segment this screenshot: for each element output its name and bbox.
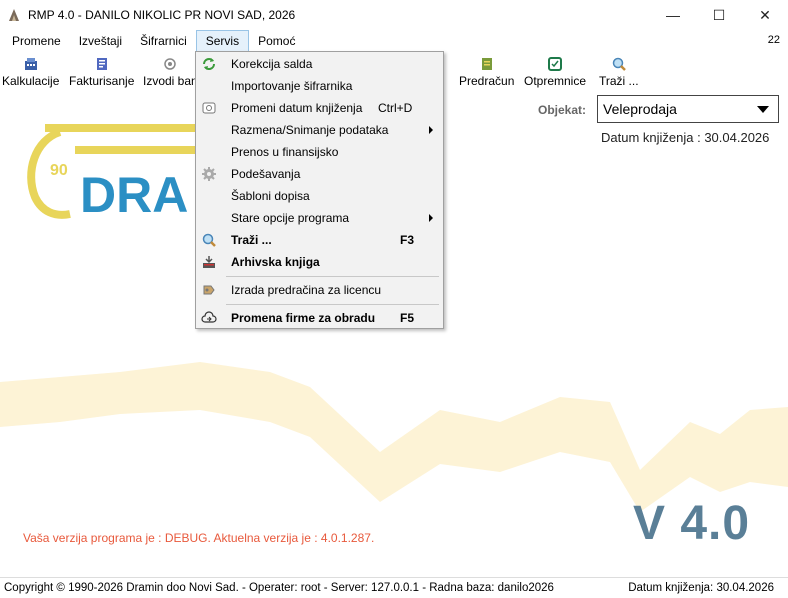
app-icon: [9, 9, 19, 21]
minimize-button[interactable]: —: [650, 0, 696, 30]
menu-separator: [226, 276, 439, 277]
menu-item-prenos-finansijsko[interactable]: Prenos u finansijsko: [196, 141, 443, 163]
menu-item-label: Izrada predračina za licencu: [231, 283, 382, 297]
status-bar: Copyright © 1990-2026 Dramin doo Novi Sa…: [0, 577, 788, 598]
watermark-wave: [0, 362, 788, 512]
menu-right-counter: 22: [767, 34, 780, 46]
title-bar: RMP 4.0 - DANILO NIKOLIC PR NOVI SAD, 20…: [0, 0, 788, 30]
submenu-arrow-icon: [429, 214, 433, 222]
menu-item-label: Traži ...: [231, 233, 272, 247]
menu-item-stare-opcije[interactable]: Stare opcije programa: [196, 207, 443, 229]
menu-sifrarnici[interactable]: Šifrarnici: [131, 30, 196, 52]
debug-message: Vaša verzija programa je : DEBUG. Aktuel…: [23, 531, 375, 545]
menu-item-podesavanja[interactable]: Podešavanja: [196, 163, 443, 185]
menu-item-arhivska-knjiga[interactable]: Arhivska knjiga: [196, 251, 443, 273]
delivery-note-icon: [548, 57, 563, 71]
menu-item-promena-firme[interactable]: Promena firme za obradu F5: [196, 307, 443, 329]
menu-item-importovanje-sifrarnika[interactable]: Importovanje šifrarnika: [196, 75, 443, 97]
datum-knjizenja: Datum knjiženja : 30.04.2026: [601, 130, 770, 145]
menu-item-razmena-snimanje[interactable]: Razmena/Snimanje podataka: [196, 119, 443, 141]
menu-promene[interactable]: Promene: [3, 30, 70, 52]
menu-item-izrada-predracuna[interactable]: Izrada predračina za licencu: [196, 279, 443, 301]
menu-item-sabloni-dopisa[interactable]: Šabloni dopisa: [196, 185, 443, 207]
bank-statement-icon: [164, 58, 177, 70]
calendar-icon: [202, 102, 216, 114]
logo-text: DRA: [80, 167, 188, 223]
menu-bar: Promene Izveštaji Šifrarnici Servis Pomo…: [0, 30, 788, 52]
menu-item-label: Razmena/Snimanje podataka: [231, 123, 389, 137]
maximize-button[interactable]: ☐: [696, 0, 742, 30]
status-copyright: Copyright © 1990-2026 Dramin doo Novi Sa…: [4, 582, 554, 594]
menu-item-shortcut: F3: [400, 233, 415, 247]
close-button[interactable]: ✕: [742, 0, 788, 30]
toolbar-label: Predračun: [459, 74, 515, 88]
menu-separator: [226, 304, 439, 305]
toolbar-label: Fakturisanje: [69, 74, 135, 88]
objekat-selected-value: Veleprodaja: [603, 101, 677, 117]
menu-item-promeni-datum[interactable]: Promeni datum knjiženja Ctrl+D: [196, 97, 443, 119]
menu-item-shortcut: Ctrl+D: [378, 101, 413, 115]
archive-icon: [203, 256, 215, 268]
toolbar-kalkulacije-button[interactable]: Kalkulacije: [2, 54, 59, 90]
submenu-arrow-icon: [429, 126, 433, 134]
refresh-icon: [203, 58, 215, 70]
toolbar-otpremnice-button[interactable]: Otpremnice: [524, 54, 586, 90]
toolbar-label: Kalkulacije: [2, 74, 60, 88]
gear-icon: [202, 167, 216, 181]
menu-servis[interactable]: Servis: [195, 30, 250, 52]
servis-dropdown-menu: Korekcija salda Importovanje šifrarnika …: [195, 51, 444, 329]
menu-izvestaji[interactable]: Izveštaji: [70, 30, 131, 52]
window-title: RMP 4.0 - DANILO NIKOLIC PR NOVI SAD, 20…: [28, 8, 296, 22]
menu-item-label: Promena firme za obradu: [231, 311, 376, 325]
menu-item-shortcut: F5: [400, 311, 415, 325]
cloud-switch-icon: [201, 311, 217, 323]
search-icon: [202, 233, 216, 247]
invoice-icon: [96, 58, 107, 70]
menu-item-label: Importovanje šifrarnika: [231, 79, 353, 93]
version-label: V 4.0: [633, 497, 751, 550]
logo-prefix: 90: [50, 162, 68, 179]
license-icon: [203, 285, 215, 295]
menu-item-label: Šabloni dopisa: [231, 189, 310, 203]
chevron-down-icon: [757, 106, 769, 113]
menu-item-trazi[interactable]: Traži ... F3: [196, 229, 443, 251]
objekat-label: Objekat:: [538, 103, 587, 117]
toolbar-predracun-button[interactable]: Predračun: [459, 54, 514, 90]
toolbar-trazi-button[interactable]: Traži ...: [599, 54, 639, 90]
objekat-select[interactable]: Veleprodaja: [597, 95, 779, 123]
toolbar-label: Traži ...: [599, 74, 639, 88]
menu-item-label: Podešavanja: [231, 167, 301, 181]
estimate-icon: [481, 58, 492, 70]
calculation-icon: [24, 58, 37, 70]
toolbar-izvodi-button[interactable]: Izvodi ban: [143, 54, 198, 90]
toolbar-fakturisanje-button[interactable]: Fakturisanje: [69, 54, 134, 90]
menu-item-label: Promeni datum knjiženja: [231, 101, 363, 115]
menu-item-korekcija-salda[interactable]: Korekcija salda: [196, 53, 443, 75]
menu-item-label: Stare opcije programa: [231, 211, 350, 225]
toolbar-label: Otpremnice: [524, 74, 587, 88]
toolbar-label: Izvodi ban: [143, 74, 198, 88]
status-datum: Datum knjiženja: 30.04.2026: [628, 582, 774, 594]
menu-item-label: Korekcija salda: [231, 57, 313, 71]
menu-item-label: Prenos u finansijsko: [231, 145, 339, 159]
menu-pomoc[interactable]: Pomoć: [249, 30, 304, 52]
search-icon: [612, 57, 626, 71]
menu-item-label: Arhivska knjiga: [231, 255, 320, 269]
